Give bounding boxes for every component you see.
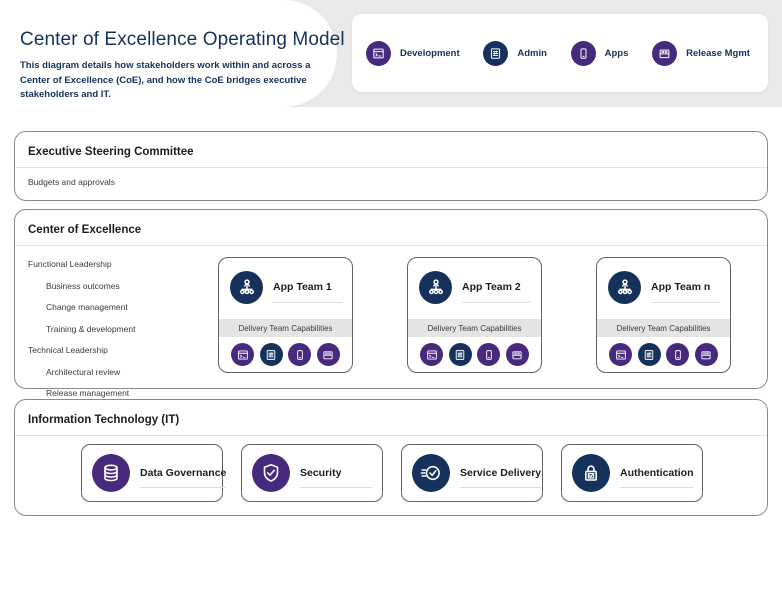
title-card: Center of Excellence Operating Model Thi… xyxy=(0,0,337,107)
browser-code-icon xyxy=(231,343,254,366)
leadership-item: Architectural review xyxy=(46,365,135,380)
smartphone-icon xyxy=(666,343,689,366)
legend-label: Admin xyxy=(517,48,547,59)
browser-code-icon xyxy=(609,343,632,366)
it-panel-title: Information Technology (IT) xyxy=(15,400,767,436)
security-card: Security xyxy=(241,444,383,502)
database-icon xyxy=(92,454,130,492)
legend-item-apps: Apps xyxy=(571,41,629,66)
leadership-item: Business outcomes xyxy=(46,279,135,294)
shield-check-icon xyxy=(252,454,290,492)
app-team-name: App Team 2 xyxy=(462,281,531,293)
org-chart-icon xyxy=(419,271,452,304)
legend-label: Release Mgmt xyxy=(686,48,750,59)
package-icon xyxy=(317,343,340,366)
coe-panel-title: Center of Excellence xyxy=(15,210,767,246)
app-team-1-card: App Team 1 Delivery Team Capabilities xyxy=(218,257,353,373)
form-settings-icon xyxy=(638,343,661,366)
leadership-item: Change management xyxy=(46,300,135,315)
data-governance-card: Data Governance xyxy=(81,444,223,502)
page-subtitle: This diagram details how stakeholders wo… xyxy=(20,59,312,103)
delivery-capabilities-band: Delivery Team Capabilities xyxy=(597,319,730,337)
smartphone-icon xyxy=(288,343,311,366)
it-capability-label: Data Governance xyxy=(140,467,226,479)
capability-icon-row xyxy=(597,337,730,372)
app-team-name: App Team n xyxy=(651,281,720,293)
form-settings-icon xyxy=(483,41,508,66)
legend-item-admin: Admin xyxy=(483,41,547,66)
capability-icon-row xyxy=(408,337,541,372)
it-capability-label: Security xyxy=(300,467,372,479)
package-icon xyxy=(695,343,718,366)
executive-panel-item: Budgets and approvals xyxy=(15,168,767,196)
it-capability-label: Authentication xyxy=(620,467,694,479)
speed-check-icon xyxy=(412,454,450,492)
leadership-item: Training & development xyxy=(46,322,135,337)
center-of-excellence-panel: Center of Excellence Functional Leadersh… xyxy=(14,209,768,389)
browser-code-icon xyxy=(420,343,443,366)
app-team-name: App Team 1 xyxy=(273,281,342,293)
leadership-group-label: Functional Leadership xyxy=(28,257,135,272)
executive-steering-committee-panel: Executive Steering Committee Budgets and… xyxy=(14,131,768,201)
legend-label: Apps xyxy=(605,48,629,59)
page-title: Center of Excellence Operating Model xyxy=(20,29,307,51)
information-technology-panel: Information Technology (IT) Data Governa… xyxy=(14,399,768,516)
app-team-header: App Team 1 xyxy=(219,258,352,306)
legend-item-development: Development xyxy=(366,41,460,66)
legend-card: Development Admin Apps Release Mgmt xyxy=(352,14,768,92)
org-chart-icon xyxy=(230,271,263,304)
executive-panel-title: Executive Steering Committee xyxy=(15,132,767,168)
form-settings-icon xyxy=(260,343,283,366)
smartphone-icon xyxy=(477,343,500,366)
service-delivery-card: Service Delivery xyxy=(401,444,543,502)
legend-item-release-mgmt: Release Mgmt xyxy=(652,41,750,66)
coe-operating-model-diagram: Center of Excellence Operating Model Thi… xyxy=(0,0,782,604)
capability-icon-row xyxy=(219,337,352,372)
delivery-capabilities-band: Delivery Team Capabilities xyxy=(408,319,541,337)
browser-code-icon xyxy=(366,41,391,66)
app-team-header: App Team n xyxy=(597,258,730,306)
authentication-card: Authentication xyxy=(561,444,703,502)
smartphone-icon xyxy=(571,41,596,66)
leadership-group-label: Technical Leadership xyxy=(28,343,135,358)
delivery-capabilities-band: Delivery Team Capabilities xyxy=(219,319,352,337)
app-team-n-card: App Team n Delivery Team Capabilities xyxy=(596,257,731,373)
org-chart-icon xyxy=(608,271,641,304)
legend-label: Development xyxy=(400,48,460,59)
form-settings-icon xyxy=(449,343,472,366)
lock-check-icon xyxy=(572,454,610,492)
package-icon xyxy=(652,41,677,66)
app-team-header: App Team 2 xyxy=(408,258,541,306)
package-icon xyxy=(506,343,529,366)
it-capability-label: Service Delivery xyxy=(460,467,541,479)
app-team-2-card: App Team 2 Delivery Team Capabilities xyxy=(407,257,542,373)
